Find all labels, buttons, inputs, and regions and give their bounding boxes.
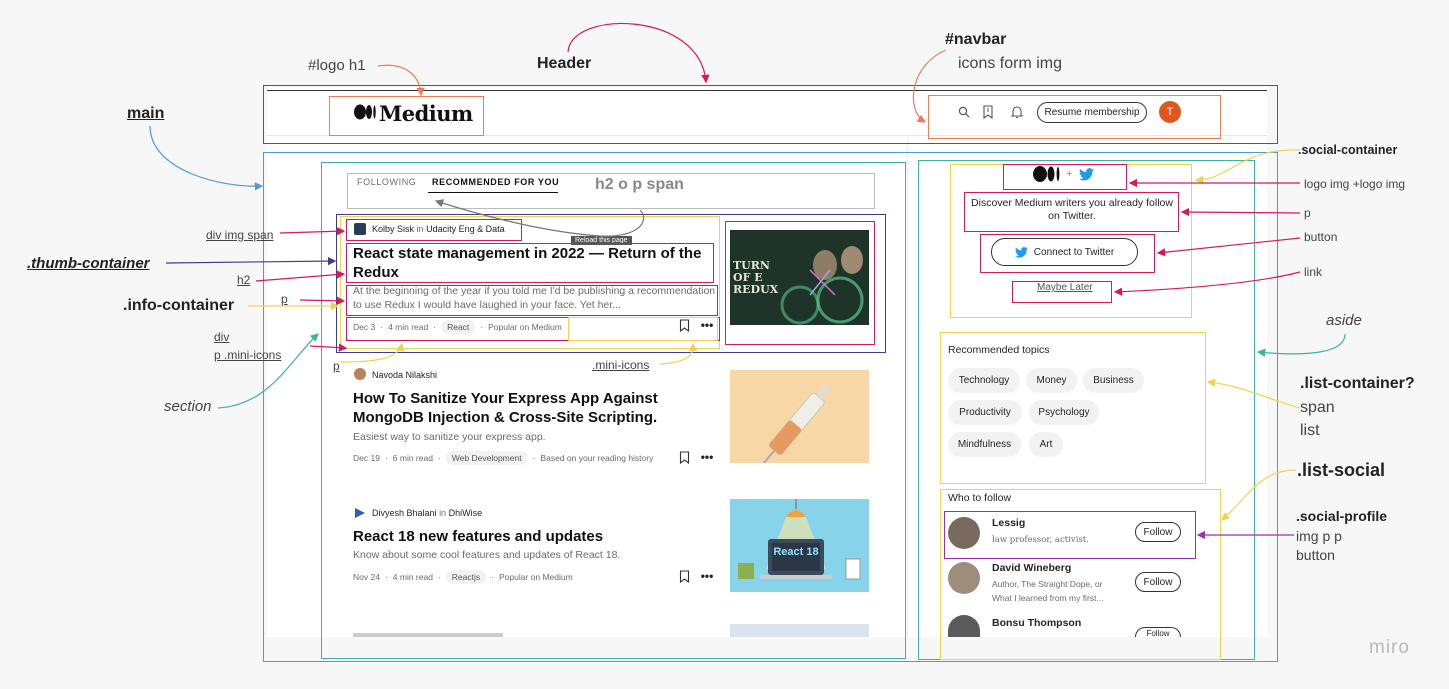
note-list-social: .list-social [1297, 460, 1386, 480]
note-section: section [164, 398, 212, 415]
note-div: div [214, 330, 230, 344]
note-link: link [1304, 265, 1323, 279]
note-list: list [1300, 422, 1320, 439]
note-img-p-p: img p p [1296, 528, 1342, 544]
note-info-container: .info-container [123, 297, 235, 314]
miro-watermark: miro [1369, 637, 1410, 658]
note-p3: p [1304, 206, 1311, 220]
note-thumb-container: .thumb-container [27, 255, 150, 272]
note-list-container: .list-container? [1300, 375, 1415, 392]
note-navbar: #navbar [945, 31, 1007, 48]
note-button2: button [1296, 547, 1335, 563]
note-p-mini-icons: p .mini-icons [214, 348, 282, 362]
note-div-img-span: div img span [206, 228, 274, 242]
note-p2: p [333, 359, 340, 373]
note-aside: aside [1326, 312, 1362, 329]
note-h2-o-p-span: h2 o p span [595, 176, 684, 193]
note-p1: p [281, 292, 288, 306]
note-social-profile: .social-profile [1296, 508, 1388, 524]
note-main: main [127, 105, 165, 122]
note-mini-icons: .mini-icons [592, 358, 650, 372]
note-header: Header [537, 55, 592, 72]
note-span: span [1300, 399, 1335, 416]
note-logo-h1: #logo h1 [308, 57, 366, 74]
annotation-arrows [149, 22, 1346, 540]
note-social-container: .social-container [1298, 143, 1398, 157]
note-h2: h2 [237, 273, 251, 287]
note-button: button [1304, 230, 1338, 244]
note-logo-img: logo img +logo img [1304, 177, 1406, 191]
note-navbar-sub: icons form img [958, 55, 1063, 72]
